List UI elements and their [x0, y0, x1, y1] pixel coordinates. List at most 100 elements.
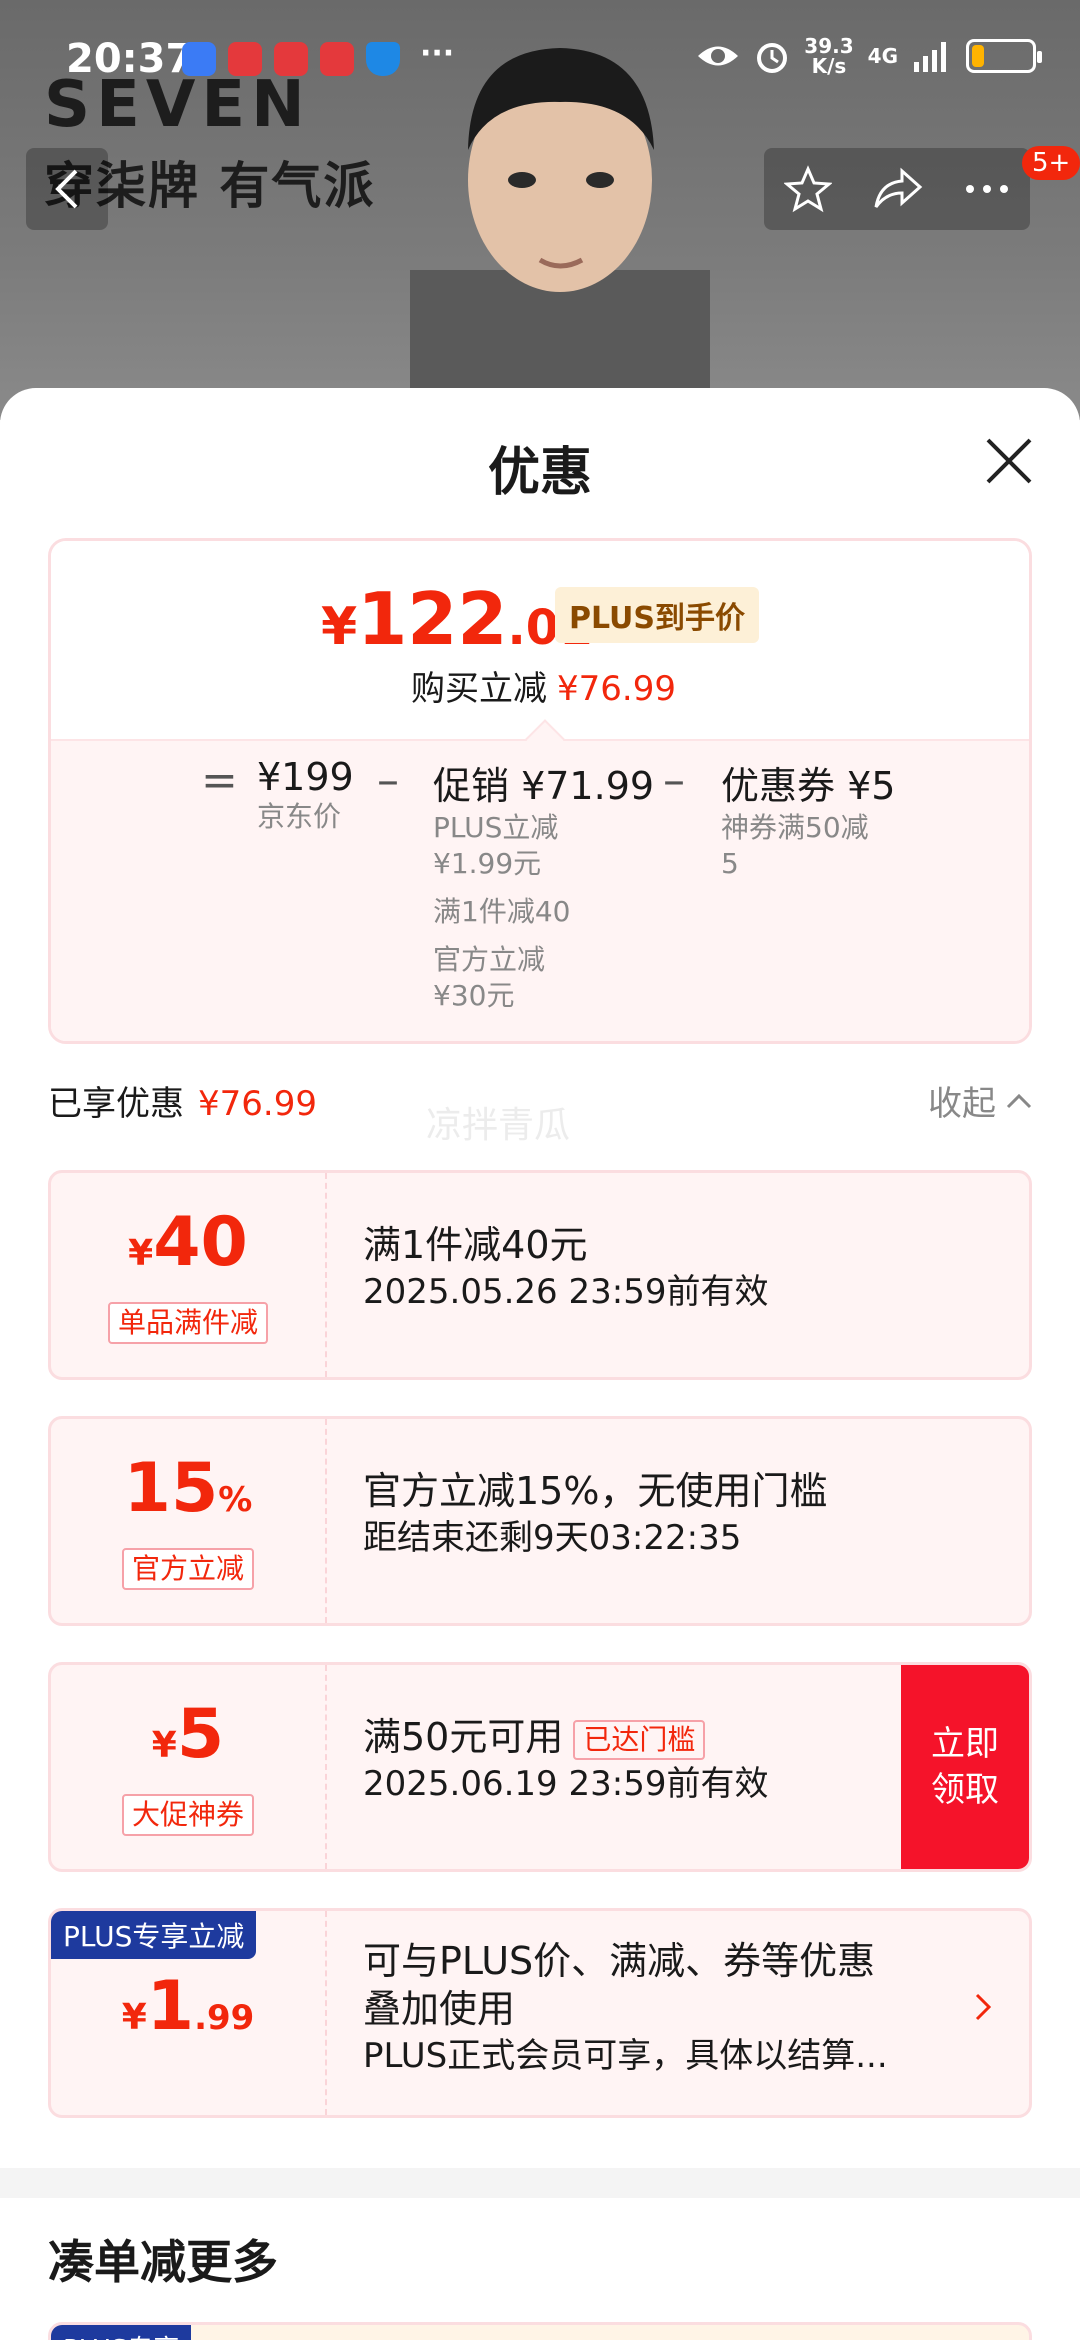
speed-unit: K/s [811, 54, 847, 78]
coupon-card[interactable]: ¥5 大促神券 满50元可用 已达门槛 2025.06.19 23:59前有效 立… [48, 1662, 1032, 1872]
nav-actions [764, 148, 1030, 230]
claim-coupon-button[interactable]: 立即 领取 [901, 1665, 1029, 1869]
minus-sign: – [663, 755, 685, 806]
amount-value: 5 [176, 1695, 225, 1774]
promo-block: 促销 ¥71.99 PLUS立减 ¥1.99元 满1件减40 官方立减 ¥30元 [433, 755, 654, 1014]
equals-sign: = [201, 755, 238, 806]
jd-price-block: ¥199 京东价 [257, 755, 354, 835]
discount-type-tag: 官方立减 [121, 1548, 254, 1590]
savings-label: 已享优惠 [48, 1084, 184, 1124]
section-title: 凑单减更多 [48, 2235, 278, 2289]
network-type: 4G [867, 44, 898, 68]
signal-icon [914, 42, 946, 72]
save-label: 购买立减 [411, 669, 547, 709]
status-time: 20:37 [66, 36, 194, 82]
share-icon[interactable] [872, 167, 924, 211]
more-icon[interactable] [964, 183, 1010, 195]
status-app-icons [182, 42, 400, 76]
eye-icon [698, 46, 739, 66]
message-badge: 5+ [1022, 146, 1080, 180]
speed-value: 39.3 [804, 34, 854, 58]
promo-total: 促销 ¥71.99 [433, 764, 655, 808]
chevron-right-icon[interactable] [973, 1991, 993, 2023]
jd-price-label: 京东价 [257, 800, 342, 833]
discount-info: 满1件减40元 2025.05.26 23:59前有效 [363, 1221, 1009, 1315]
discount-note: PLUS正式会员可享，具体以结算... [363, 2036, 888, 2076]
amount-symbol: ¥ [128, 1233, 154, 1274]
discount-sheet: 优惠 ¥122.01 PLUS到手价 购买立减 ¥76.99 = ¥199 京东价… [0, 388, 1080, 2340]
discount-title: 可与PLUS价、满减、券等优惠 [363, 1939, 876, 1983]
plus-exclusive-badge: PLUS专享立减 [51, 1911, 257, 1959]
discount-type-tag: 单品满件减 [107, 1302, 268, 1344]
claim-button-line: 领取 [931, 1770, 999, 1810]
collapse-label: 收起 [928, 1084, 996, 1124]
price-symbol: ¥ [321, 597, 358, 657]
discount-amount-block: ¥40 单品满件减 [51, 1173, 325, 1377]
star-icon[interactable] [784, 165, 832, 213]
amount-value: 40 [153, 1203, 248, 1282]
chevron-left-icon [55, 169, 78, 209]
promo-item: ¥1.99元 [433, 847, 542, 880]
jd-price: ¥199 [257, 755, 354, 799]
huawei-notification-icon [228, 42, 262, 76]
alarm-icon [757, 43, 788, 73]
discount-card[interactable]: 15% 官方立减 官方立减15%，无使用门槛 距结束还剩9天03:22:35 [48, 1416, 1032, 1626]
promo-item: 满1件减40 [433, 895, 571, 928]
discount-info: 官方立减15%，无使用门槛 距结束还剩9天03:22:35 [363, 1467, 1009, 1561]
discount-title: 叠加使用 [363, 1987, 516, 2031]
savings-row: 已享优惠 ¥76.99 [48, 1076, 317, 1125]
amount-symbol: ¥ [121, 1997, 147, 2038]
amount-value: 1 [146, 1967, 195, 2046]
discount-info: 可与PLUS价、满减、券等优惠 叠加使用 PLUS正式会员可享，具体以结算... [363, 1937, 949, 2079]
coupon-block: 优惠券 ¥5 神券满50减 5 [721, 755, 895, 882]
app-notification-icon [320, 42, 354, 76]
back-button[interactable] [26, 148, 108, 230]
amount-symbol: ¥ [151, 1725, 177, 1766]
save-value: ¥76.99 [557, 669, 676, 709]
discount-card[interactable]: ¥40 单品满件减 满1件减40元 2025.05.26 23:59前有效 [48, 1170, 1032, 1380]
coupon-total: 优惠券 ¥5 [721, 764, 896, 808]
price-summary: ¥122.01 PLUS到手价 购买立减 ¥76.99 = ¥199 京东价 – … [48, 538, 1032, 1044]
countdown-text: 距结束还剩9天03:22:35 [363, 1518, 742, 1558]
section-divider [0, 2168, 1080, 2198]
discount-validity: 2025.05.26 23:59前有效 [363, 1272, 769, 1312]
amount-unit: % [218, 1480, 253, 1520]
amount-decimal: .99 [194, 1998, 255, 2038]
app-notification-icon [182, 42, 216, 76]
final-price: ¥122.01 [321, 577, 593, 661]
discount-amount-block: ¥5 大促神券 [51, 1665, 325, 1869]
savings-value: ¥76.99 [198, 1084, 317, 1124]
discount-title: 官方立减15%，无使用门槛 [363, 1469, 828, 1513]
discount-title: 满1件减40元 [363, 1223, 588, 1267]
price-breakdown: = ¥199 京东价 – 促销 ¥71.99 PLUS立减 ¥1.99元 满1件… [51, 739, 1029, 1041]
minus-sign: – [377, 755, 399, 806]
plus-exclusive-badge: PLUS专享 [51, 2325, 192, 2340]
coupon-item: 神券满50减 [721, 811, 869, 844]
status-indicators: 39.3 K/s 4G [696, 36, 1042, 76]
promo-item: ¥30元 [433, 979, 515, 1012]
discount-amount-block: 15% 官方立减 [51, 1419, 325, 1623]
promo-item: 官方立减 [433, 943, 546, 976]
coupon-item: 5 [721, 847, 739, 880]
discount-card[interactable]: PLUS专享 [48, 2322, 1032, 2340]
shield-notification-icon [366, 42, 400, 76]
close-icon[interactable] [982, 434, 1036, 488]
network-speed: 39.3 K/s [804, 36, 853, 76]
collapse-button[interactable]: 收起 [928, 1076, 1032, 1125]
final-price-section: ¥122.01 PLUS到手价 购买立减 ¥76.99 [51, 541, 1029, 739]
app-notification-icon [274, 42, 308, 76]
sheet-title: 优惠 [487, 443, 592, 503]
amount-value: 15 [123, 1449, 219, 1528]
plus-price-tag: PLUS到手价 [555, 587, 760, 643]
threshold-met-tag: 已达门槛 [573, 1719, 706, 1760]
save-line: 购买立减 ¥76.99 [411, 661, 676, 710]
claim-button-line: 立即 [931, 1724, 999, 1764]
discount-type-tag: 大促神券 [121, 1794, 254, 1836]
promo-item: PLUS立减 [433, 811, 559, 844]
plus-discount-card[interactable]: ¥1.99 PLUS专享立减 可与PLUS价、满减、券等优惠 叠加使用 PLUS… [48, 1908, 1032, 2118]
discount-title: 满50元可用 [363, 1715, 564, 1759]
battery-icon [966, 39, 1042, 73]
chevron-up-icon [1006, 1093, 1032, 1108]
more-notifications-icon: ··· [420, 36, 455, 71]
price-integer: 122 [357, 577, 508, 661]
